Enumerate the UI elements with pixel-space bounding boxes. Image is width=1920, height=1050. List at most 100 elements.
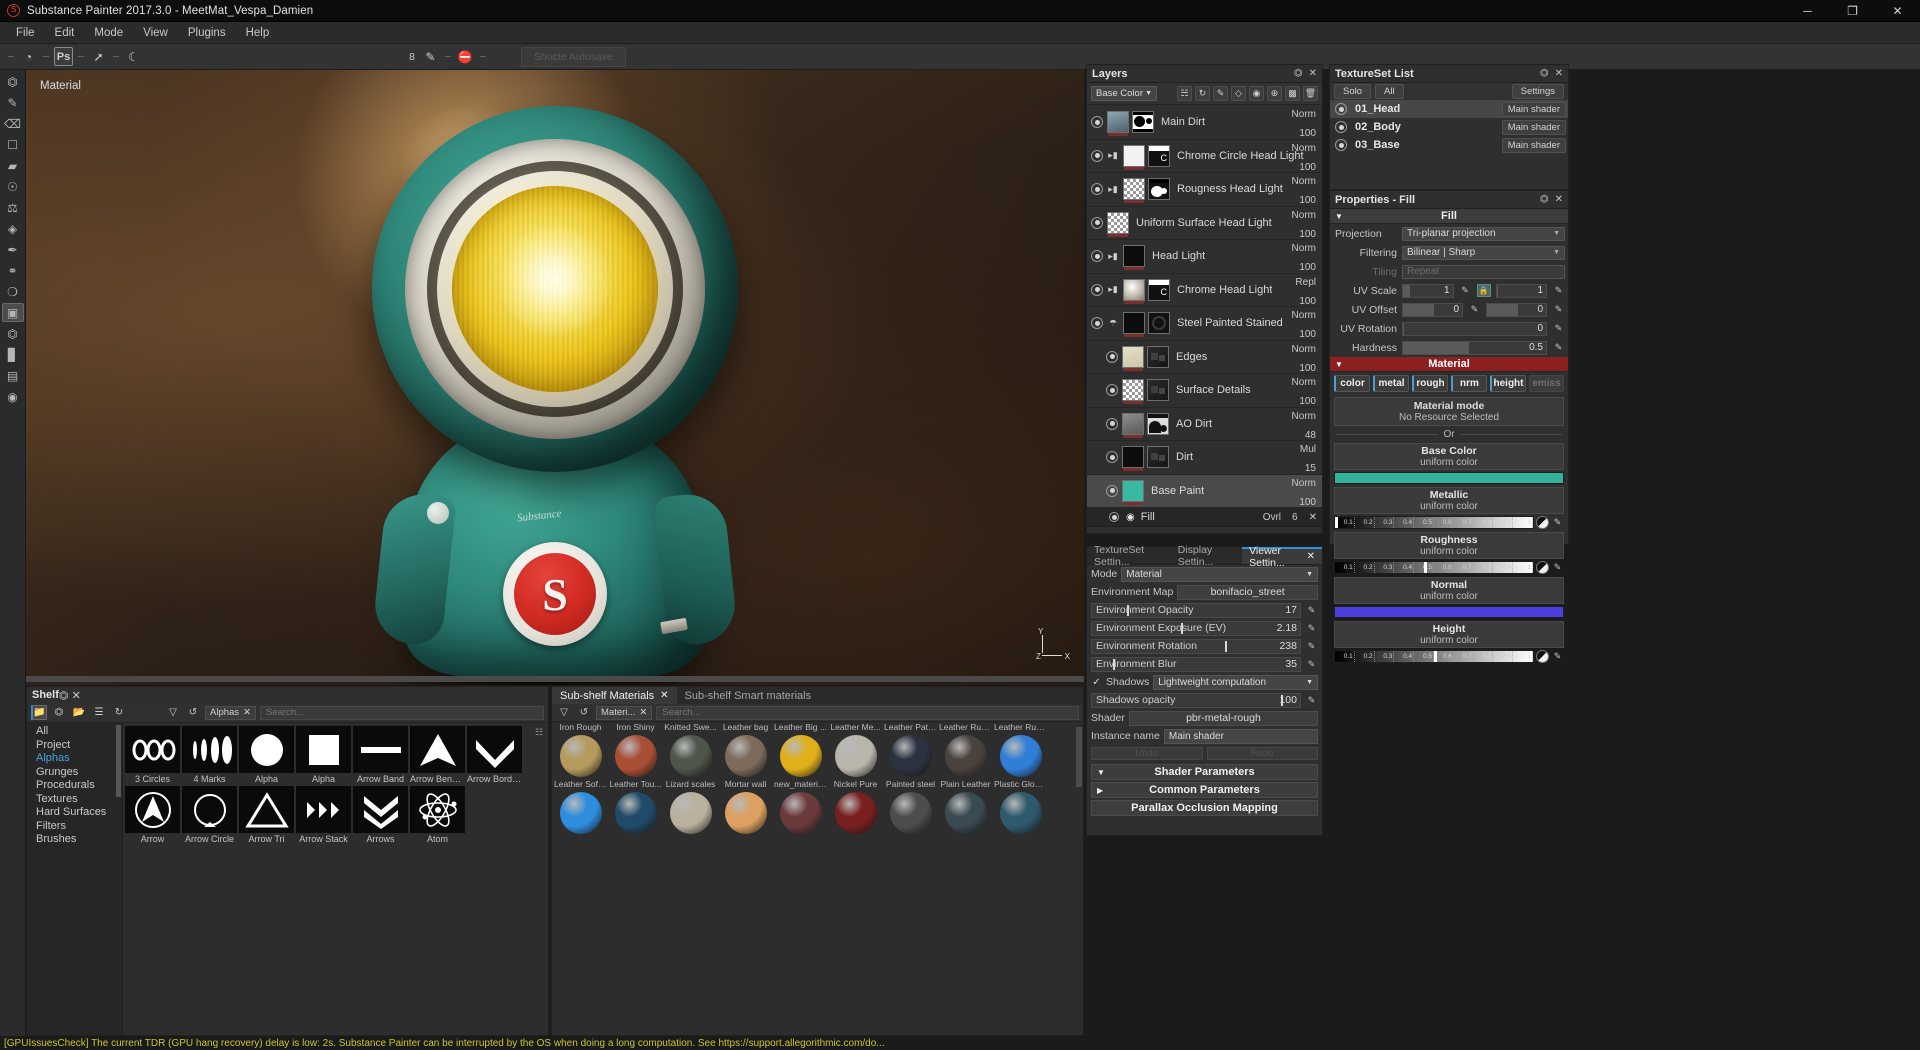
viewer-slider[interactable]: Environment Blur 35: [1091, 656, 1301, 672]
shelf-active-chip[interactable]: Alphas ✕: [205, 705, 257, 720]
layer-mask-thumbnail[interactable]: [1147, 379, 1169, 402]
filter-icon[interactable]: ▽: [556, 705, 572, 720]
sub-shelf-item[interactable]: [664, 790, 717, 847]
layer-thumbnail[interactable]: [1123, 178, 1145, 204]
sub-shelf-item[interactable]: Leather Soft...: [554, 733, 607, 790]
sub-shelf-tabs[interactable]: Sub-shelf Materials ✕ Sub-shelf Smart mate…: [552, 687, 1083, 704]
material-mode-block[interactable]: Material mode No Resource Selected: [1334, 397, 1564, 426]
layer-blend-mode[interactable]: Norm: [1272, 478, 1316, 489]
layer-blend-mode[interactable]: Norm: [1272, 377, 1316, 388]
shelf-item-thumbnail[interactable]: [353, 726, 408, 773]
add-paint-layer-icon[interactable]: ◉: [1249, 86, 1264, 101]
layer-thumbnail[interactable]: [1107, 211, 1129, 237]
material-sphere-thumbnail[interactable]: [994, 790, 1047, 836]
sub-shelf-item[interactable]: [609, 790, 662, 847]
layer-visibility-toggle[interactable]: [1106, 350, 1118, 363]
material-sphere-thumbnail[interactable]: [829, 790, 882, 836]
layer-visibility-toggle[interactable]: [1106, 417, 1118, 430]
menu-view[interactable]: View: [133, 24, 178, 42]
shelf-category-scrollbar[interactable]: [116, 725, 121, 797]
shelf-item-thumbnail[interactable]: [182, 786, 237, 833]
material-channel-emiss[interactable]: emiss: [1529, 375, 1564, 392]
photoshop-icon[interactable]: Ps: [54, 47, 73, 66]
uv-rotation-slider[interactable]: 0: [1402, 321, 1547, 336]
layer-blend-mode[interactable]: Norm: [1272, 143, 1316, 154]
roughness-cursor[interactable]: [1424, 562, 1428, 573]
sub-shelf-item[interactable]: [829, 790, 882, 847]
new-folder-icon[interactable]: 📂: [71, 705, 87, 720]
shelf-item[interactable]: Arrow Tri: [239, 786, 294, 844]
layer-opacity[interactable]: 100: [1272, 195, 1316, 206]
shelf-item-thumbnail[interactable]: [239, 726, 294, 773]
shelf-item-thumbnail[interactable]: [467, 726, 522, 773]
material-sphere-thumbnail[interactable]: [939, 790, 992, 836]
shadows-checkbox[interactable]: ✓: [1091, 677, 1102, 688]
layer-visibility-toggle[interactable]: [1106, 384, 1118, 397]
sub-shelf-item[interactable]: Mortar wall: [719, 733, 772, 790]
pencil-icon[interactable]: ✎: [1551, 650, 1564, 663]
layer-row[interactable]: Surface Details Norm 100: [1087, 374, 1322, 408]
add-group-icon[interactable]: ⊕: [1267, 86, 1282, 101]
shelf-category-textures[interactable]: Textures: [27, 793, 122, 807]
shelf-category-filters[interactable]: Filters: [27, 820, 122, 834]
paint-brush-icon[interactable]: ✎: [2, 93, 24, 112]
shelf-item-thumbnail[interactable]: [410, 726, 465, 773]
shadows-select[interactable]: Lightweight computation ▼: [1153, 674, 1318, 690]
pencil-icon[interactable]: ✎: [1459, 284, 1472, 297]
layer-thumbnail[interactable]: [1122, 446, 1144, 472]
viewer-slider[interactable]: Environment Exposure (EV) 2.18: [1091, 620, 1301, 636]
shader-value[interactable]: pbr-metal-rough: [1128, 710, 1318, 726]
sub-shelf-tab[interactable]: Sub-shelf Materials ✕: [552, 687, 677, 704]
shelf-item[interactable]: Alpha: [296, 726, 351, 784]
shadows-opacity-slider[interactable]: Shadows opacity 100: [1091, 692, 1301, 708]
material-sphere-thumbnail[interactable]: [719, 790, 772, 836]
grid-options-icon[interactable]: ☷: [532, 725, 546, 739]
color-wheel-icon[interactable]: [1536, 650, 1549, 663]
pencil-icon[interactable]: ✎: [1552, 303, 1565, 316]
layer-mask-thumbnail[interactable]: [1147, 345, 1169, 368]
geometry-decal-icon[interactable]: ▣: [1, 303, 24, 322]
menu-edit[interactable]: Edit: [45, 24, 85, 42]
shelf-item[interactable]: Arrow Bend ...: [410, 726, 465, 784]
layer-visibility-toggle[interactable]: [1091, 149, 1103, 162]
popout-icon-5[interactable]: ⏤: [443, 52, 453, 62]
layer-row[interactable]: ▸▮ C Chrome Head Light Repl 100: [1087, 274, 1322, 307]
textureset-visibility-toggle[interactable]: [1335, 121, 1347, 133]
sub-shelf-chip[interactable]: Materi... ✕: [596, 705, 653, 720]
shelf-item[interactable]: Arrow Stack: [296, 786, 351, 844]
viewer-tab[interactable]: Display Settin...: [1171, 544, 1242, 568]
sub-shelf-item[interactable]: [884, 790, 937, 847]
uv-offset-v-slider[interactable]: 0: [1486, 302, 1547, 317]
shelf-item[interactable]: Arrow Borde...: [467, 726, 522, 784]
layer-opacity[interactable]: 100: [1272, 262, 1316, 273]
shelf-item-thumbnail[interactable]: [239, 786, 294, 833]
layer-visibility-toggle[interactable]: [1106, 451, 1118, 464]
maximize-icon[interactable]: ⏣: [1540, 68, 1549, 79]
filter-icon[interactable]: ▽: [165, 705, 181, 720]
particle-icon[interactable]: ❍: [2, 282, 24, 301]
layer-list[interactable]: Main Dirt Norm 100 ▸▮ C Chrome Circle Head Li…: [1087, 106, 1322, 533]
layer-opacity[interactable]: 15: [1272, 463, 1316, 474]
menu-plugins[interactable]: Plugins: [178, 24, 236, 42]
shelf-category-brushes[interactable]: Brushes: [27, 833, 122, 847]
color-wheel-icon[interactable]: [1536, 561, 1549, 574]
layer-blend-mode[interactable]: Norm: [1272, 310, 1316, 321]
mode-select[interactable]: Material ▼: [1121, 566, 1318, 582]
layer-thumbnail[interactable]: [1123, 312, 1145, 338]
import-icon[interactable]: ⏣: [51, 705, 67, 720]
uv-scale-u-slider[interactable]: 1: [1402, 283, 1454, 298]
material-channel-color[interactable]: color: [1334, 375, 1370, 392]
base-color-swatch[interactable]: [1334, 472, 1564, 484]
sub-shelf-search-input[interactable]: Search...: [656, 705, 1079, 720]
maximize-icon[interactable]: ⏣: [1294, 68, 1303, 79]
common-parameters-accordion[interactable]: ▶ Common Parameters: [1091, 782, 1318, 798]
pencil-icon[interactable]: ✎: [1305, 694, 1318, 707]
material-channel-metal[interactable]: metal: [1373, 375, 1409, 392]
layer-row[interactable]: Main Dirt Norm 100: [1087, 106, 1322, 140]
polygon-fill-icon[interactable]: ▰: [2, 156, 24, 175]
shelf-item-thumbnail[interactable]: [353, 786, 408, 833]
shelf-category-project[interactable]: Project: [27, 739, 122, 753]
brush-icon[interactable]: ✎: [421, 47, 440, 66]
layer-visibility-toggle[interactable]: [1091, 283, 1103, 296]
material-sphere-thumbnail[interactable]: [609, 790, 662, 836]
